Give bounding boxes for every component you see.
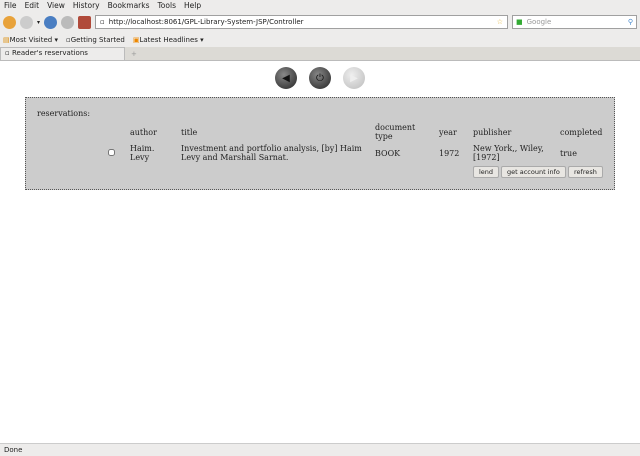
header-document-type: document type — [375, 123, 416, 141]
cell-publisher: New York,, Wiley, [1972] — [473, 144, 544, 162]
tab-bar: ▫ Reader's reservations + — [0, 47, 640, 61]
stop-icon[interactable] — [61, 15, 75, 29]
menu-tools[interactable]: Tools — [158, 1, 176, 11]
header-year: year — [439, 128, 457, 137]
reservations-panel: reservations: author title document type… — [25, 97, 615, 190]
back-circle-icon[interactable]: ◀ — [275, 67, 297, 89]
page-icon: ▫ — [100, 18, 105, 26]
menu-bookmarks[interactable]: Bookmarks — [108, 1, 150, 11]
search-placeholder: Google — [526, 18, 552, 26]
page-controls: ◀ ⏻ ▶ — [0, 67, 640, 89]
url-text: http://localhost:8061/GPL-Library-System… — [108, 18, 304, 26]
bookmark-star-icon[interactable]: ☆ — [497, 18, 503, 26]
power-icon[interactable]: ⏻ — [309, 67, 331, 89]
menu-history[interactable]: History — [73, 1, 100, 11]
reload-icon[interactable] — [44, 15, 58, 29]
home-icon[interactable] — [78, 15, 92, 29]
history-dropdown-icon[interactable]: ▾ — [37, 19, 40, 26]
refresh-button[interactable]: refresh — [568, 166, 603, 178]
menu-view[interactable]: View — [47, 1, 65, 11]
header-completed: completed — [560, 128, 603, 137]
header-publisher: publisher — [473, 128, 512, 137]
lend-button[interactable]: lend — [473, 166, 500, 178]
nav-toolbar: ▾ ▫ http://localhost:8061/GPL-Library-Sy… — [0, 12, 640, 32]
search-icon[interactable]: ⚲ — [628, 18, 633, 26]
cell-completed: true — [560, 149, 577, 158]
menu-edit[interactable]: Edit — [25, 1, 40, 11]
cell-document-type: BOOK — [375, 149, 401, 158]
search-box[interactable]: ■ Google ⚲ — [512, 15, 637, 29]
cell-year: 1972 — [439, 149, 460, 158]
url-bar[interactable]: ▫ http://localhost:8061/GPL-Library-Syst… — [95, 15, 508, 29]
bookmarks-toolbar: ▤Most Visited ▾ ▫Getting Started ▣Latest… — [0, 32, 640, 47]
tab-readers-reservations[interactable]: ▫ Reader's reservations — [0, 47, 125, 60]
reservations-label: reservations: — [37, 109, 91, 118]
row-checkbox[interactable] — [108, 149, 115, 156]
menu-file[interactable]: File — [4, 1, 17, 11]
search-engine-icon[interactable]: ■ — [516, 18, 523, 26]
header-title: title — [181, 128, 198, 137]
status-bar: Done — [0, 443, 640, 456]
forward-icon[interactable] — [20, 15, 33, 29]
bookmark-latest-headlines[interactable]: ▣Latest Headlines ▾ — [133, 36, 204, 44]
bookmark-most-visited[interactable]: ▤Most Visited ▾ — [3, 36, 58, 44]
header-author: author — [130, 128, 157, 137]
forward-circle-icon: ▶ — [343, 67, 365, 89]
new-tab-icon[interactable]: + — [131, 50, 137, 58]
status-text: Done — [4, 446, 23, 454]
menu-bar: File Edit View History Bookmarks Tools H… — [0, 0, 640, 12]
menu-help[interactable]: Help — [184, 1, 201, 11]
back-icon[interactable] — [3, 15, 16, 29]
bookmark-getting-started[interactable]: ▫Getting Started — [66, 36, 125, 44]
cell-title: Investment and portfolio analysis, [by] … — [181, 144, 362, 162]
cell-author: Haim. Levy — [130, 144, 155, 162]
get-account-info-button[interactable]: get account info — [501, 166, 566, 178]
